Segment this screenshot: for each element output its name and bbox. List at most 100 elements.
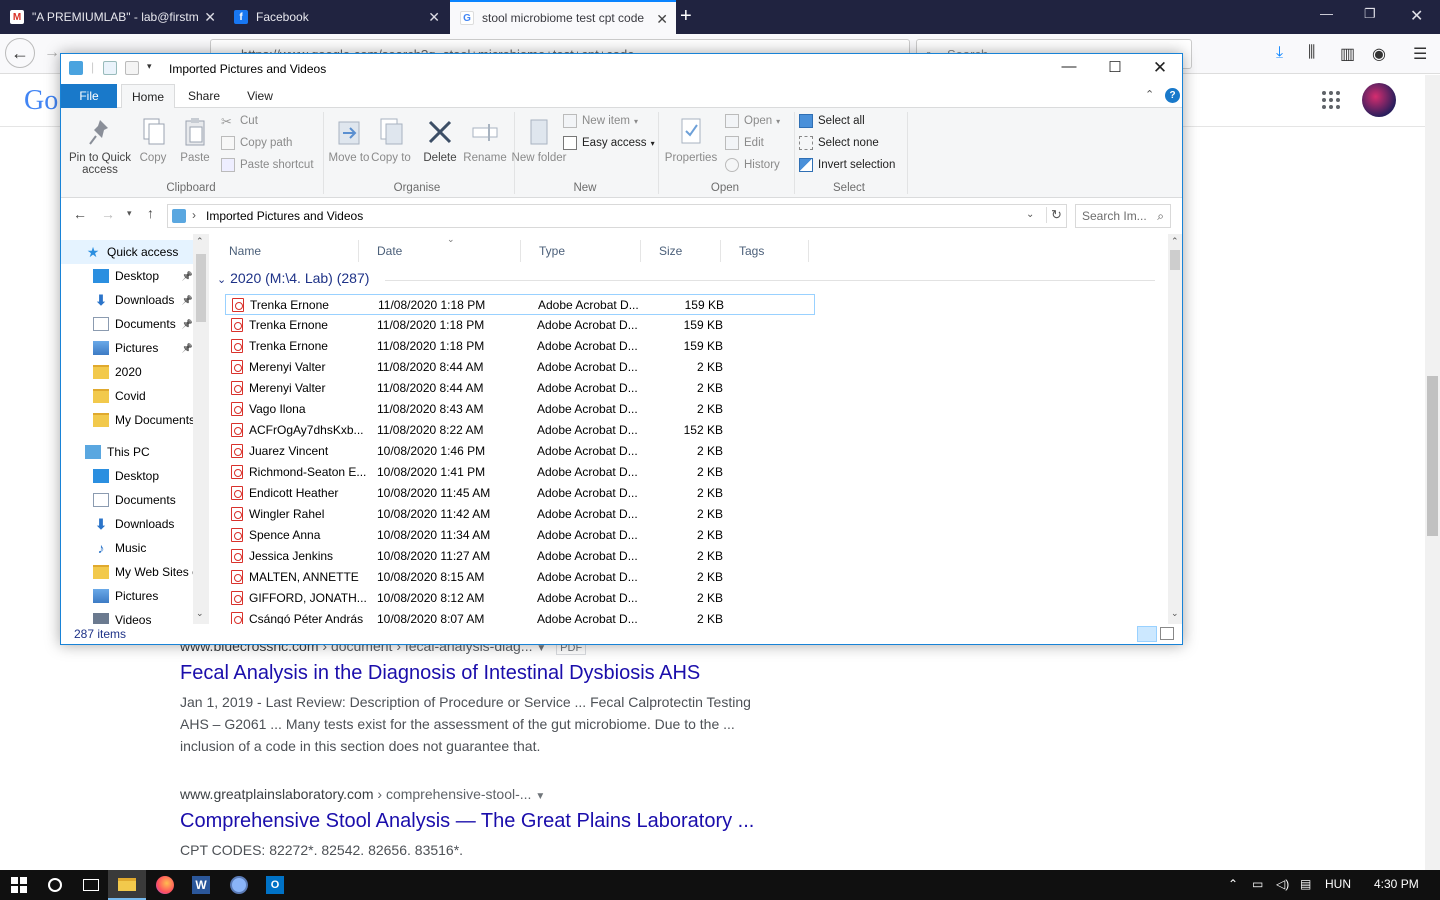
- clock[interactable]: 4:30 PM: [1374, 877, 1419, 891]
- chevron-up-icon[interactable]: ⌃: [1228, 877, 1238, 891]
- sidebar-icon[interactable]: ▥: [1340, 44, 1355, 64]
- task-view-icon[interactable]: [72, 870, 110, 900]
- pin-icon[interactable]: 📌: [182, 343, 193, 354]
- nav-scroll-thumb[interactable]: [196, 254, 206, 322]
- column-header-date[interactable]: Date: [359, 240, 521, 262]
- explorer-app-icon[interactable]: [69, 61, 83, 75]
- apps-grid-icon[interactable]: [1322, 91, 1340, 109]
- close-icon[interactable]: ✕: [1137, 58, 1183, 78]
- sidebar-item-pictures[interactable]: Pictures 📌: [61, 336, 193, 360]
- copy-to-button[interactable]: Copy to: [363, 116, 419, 164]
- history-button[interactable]: History: [725, 158, 780, 172]
- customize-qat-icon[interactable]: ▾: [147, 61, 152, 72]
- google-logo[interactable]: Go: [24, 85, 58, 117]
- new-tab-icon[interactable]: +: [680, 5, 692, 28]
- explorer-title-bar[interactable]: | ▾ Imported Pictures and Videos — ☐ ✕: [61, 54, 1182, 84]
- file-row[interactable]: MALTEN, ANNETTE 10/08/2020 8:15 AM Adobe A…: [225, 567, 815, 588]
- word-icon[interactable]: W: [182, 870, 220, 900]
- file-row[interactable]: Csángó Péter András 10/08/2020 8:07 AM Ado…: [225, 609, 815, 624]
- collapse-ribbon-icon[interactable]: ⌃: [1145, 88, 1154, 101]
- download-icon[interactable]: ⤓: [1276, 44, 1283, 62]
- sidebar-item-desktop[interactable]: Desktop: [61, 464, 193, 488]
- tab-google-search[interactable]: G stool microbiome test cpt code ✕: [450, 0, 676, 34]
- invert-selection-button[interactable]: Invert selection: [799, 158, 895, 172]
- nav-scrollbar[interactable]: ⌃ ⌄: [193, 234, 209, 624]
- recent-locations-icon[interactable]: ▾: [127, 208, 132, 219]
- chevron-down-icon[interactable]: ⌄: [217, 274, 226, 286]
- scroll-up-icon[interactable]: ⌃: [196, 236, 204, 247]
- app-icon[interactable]: [220, 870, 258, 900]
- tab-share[interactable]: Share: [179, 84, 229, 108]
- forward-arrow-icon[interactable]: →: [101, 206, 115, 222]
- file-row[interactable]: Merenyi Valter 11/08/2020 8:44 AM Adobe Ac…: [225, 357, 815, 378]
- address-bar[interactable]: › Imported Pictures and Videos ⌄ ↻: [167, 204, 1067, 228]
- group-header[interactable]: ⌄ 2020 (M:\4. Lab) (287): [217, 270, 369, 286]
- minimize-icon[interactable]: —: [1320, 6, 1333, 21]
- sidebar-item-quick-access[interactable]: ★ Quick access: [61, 240, 193, 264]
- minimize-icon[interactable]: —: [1046, 58, 1092, 75]
- tab-file[interactable]: File: [61, 84, 117, 108]
- file-row[interactable]: Spence Anna 10/08/2020 11:34 AM Adobe Acro…: [225, 525, 815, 546]
- language-indicator[interactable]: HUN: [1325, 877, 1351, 891]
- column-header-name[interactable]: Name: [211, 240, 359, 262]
- pin-to-quick-access-button[interactable]: Pin to Quick access: [67, 116, 133, 176]
- breadcrumb-chevron-icon[interactable]: ›: [192, 208, 196, 222]
- column-header-tags[interactable]: Tags: [721, 240, 809, 262]
- new-item-button[interactable]: New item ▾: [563, 114, 638, 128]
- library-icon[interactable]: ⫼: [1308, 44, 1315, 62]
- paste-button[interactable]: Paste: [167, 116, 223, 164]
- cortana-icon[interactable]: [36, 870, 74, 900]
- result-title[interactable]: Fecal Analysis in the Diagnosis of Intes…: [180, 662, 800, 685]
- account-icon[interactable]: ◉: [1372, 44, 1386, 64]
- edit-button[interactable]: Edit: [725, 136, 764, 150]
- up-arrow-icon[interactable]: ↑: [147, 205, 154, 221]
- file-row[interactable]: Endicott Heather 10/08/2020 11:45 AM Adobe…: [225, 483, 815, 504]
- sidebar-item-2020[interactable]: 2020: [61, 360, 193, 384]
- chevron-down-icon[interactable]: ▼: [535, 791, 545, 802]
- cut-button[interactable]: ✂ Cut: [221, 114, 258, 129]
- tab-gmail[interactable]: M "A PREMIUMLAB" - lab@firstm ✕: [0, 0, 224, 34]
- pin-icon[interactable]: 📌: [182, 295, 193, 306]
- start-icon[interactable]: [0, 870, 38, 900]
- volume-icon[interactable]: ◁): [1276, 877, 1289, 891]
- close-icon[interactable]: ✕: [428, 9, 440, 26]
- file-list-scroll-thumb[interactable]: [1170, 250, 1180, 270]
- properties-qat-icon[interactable]: [103, 61, 117, 75]
- result-title[interactable]: Comprehensive Stool Analysis — The Great…: [180, 810, 800, 833]
- chevron-down-icon[interactable]: ⌄: [1026, 209, 1034, 220]
- file-row[interactable]: Trenka Ernone 11/08/2020 1:18 PM Adobe Acr…: [225, 336, 815, 357]
- close-icon[interactable]: ✕: [656, 11, 668, 28]
- network-icon[interactable]: ▭: [1252, 877, 1263, 891]
- scroll-up-icon[interactable]: ⌃: [1171, 236, 1179, 247]
- file-explorer-icon[interactable]: [108, 870, 146, 900]
- explorer-search-input[interactable]: Search Im... ⌕: [1075, 204, 1171, 228]
- sidebar-item-my-web-sites-c[interactable]: My Web Sites c: [61, 560, 193, 584]
- rename-button[interactable]: Rename: [457, 116, 513, 164]
- scroll-down-icon[interactable]: ⌄: [1171, 608, 1179, 619]
- tab-view[interactable]: View: [235, 84, 285, 108]
- scroll-down-icon[interactable]: ⌄: [196, 608, 204, 619]
- file-row[interactable]: Jessica Jenkins 10/08/2020 11:27 AM Adobe …: [225, 546, 815, 567]
- restore-icon[interactable]: ❐: [1364, 6, 1376, 22]
- properties-button[interactable]: Properties: [663, 116, 719, 164]
- firefox-icon[interactable]: [146, 870, 184, 900]
- file-row[interactable]: Wingler Rahel 10/08/2020 11:42 AM Adobe Ac…: [225, 504, 815, 525]
- file-row[interactable]: Merenyi Valter 11/08/2020 8:44 AM Adobe Ac…: [225, 378, 815, 399]
- sidebar-item-music[interactable]: ♪ Music: [61, 536, 193, 560]
- page-scroll-thumb[interactable]: [1427, 376, 1438, 536]
- sidebar-item-downloads[interactable]: ⬇ Downloads 📌: [61, 288, 193, 312]
- help-icon[interactable]: ?: [1165, 88, 1180, 103]
- avatar[interactable]: [1362, 83, 1396, 117]
- file-row[interactable]: Trenka Ernone 11/08/2020 1:18 PM Adobe Acr…: [225, 315, 815, 336]
- breadcrumb[interactable]: Imported Pictures and Videos: [206, 209, 363, 223]
- file-row[interactable]: Juarez Vincent 10/08/2020 1:46 PM Adobe Ac…: [225, 441, 815, 462]
- sidebar-item-videos[interactable]: Videos: [61, 608, 193, 624]
- large-icons-view-icon[interactable]: [1160, 627, 1174, 640]
- select-all-button[interactable]: Select all: [799, 114, 865, 128]
- file-row[interactable]: Richmond-Seaton E... 10/08/2020 1:41 PM Ad…: [225, 462, 815, 483]
- pin-icon[interactable]: 📌: [182, 271, 193, 282]
- notification-message-icon[interactable]: ▤: [1300, 877, 1311, 891]
- result-url[interactable]: www.greatplainslaboratory.com › comprehe…: [180, 786, 800, 802]
- sidebar-item-documents[interactable]: Documents: [61, 488, 193, 512]
- forward-arrow-icon[interactable]: →: [44, 44, 60, 62]
